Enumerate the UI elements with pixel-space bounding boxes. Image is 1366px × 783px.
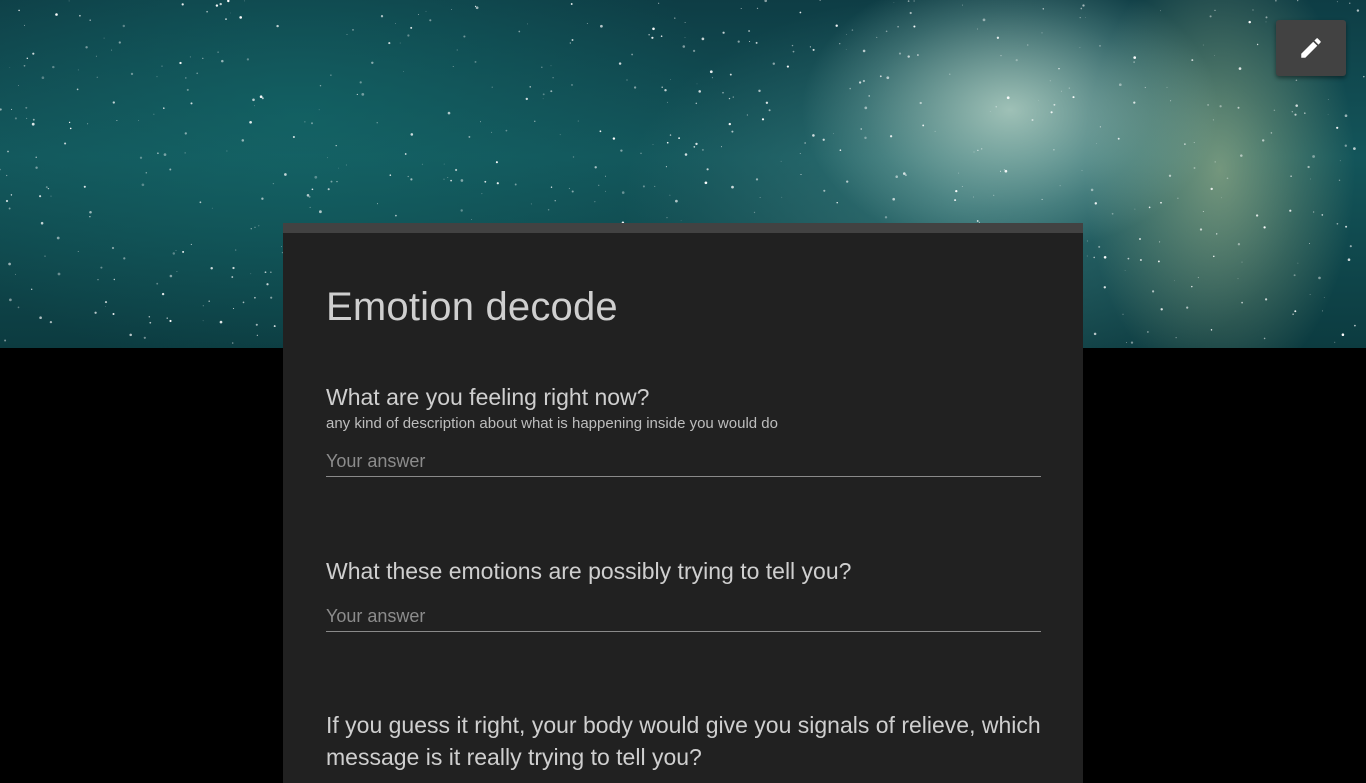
question-2-label: What these emotions are possibly trying … [326,558,852,584]
question-1-label: What are you feeling right now? [326,384,650,410]
edit-button[interactable] [1276,20,1346,76]
question-3: If you guess it right, your body would g… [326,709,1041,773]
form-card: Emotion decode What are you feeling righ… [283,223,1083,783]
question-3-label: If you guess it right, your body would g… [326,712,1041,770]
form-title: Emotion decode [326,285,618,329]
question-2: What these emotions are possibly trying … [326,555,1041,632]
answer-1-input[interactable]: Your answer [326,446,1041,477]
pencil-icon [1301,38,1321,58]
question-1: What are you feeling right now? any kind… [326,381,1041,477]
answer-2-input[interactable]: Your answer [326,601,1041,632]
question-1-description: any kind of description about what is ha… [326,415,778,432]
